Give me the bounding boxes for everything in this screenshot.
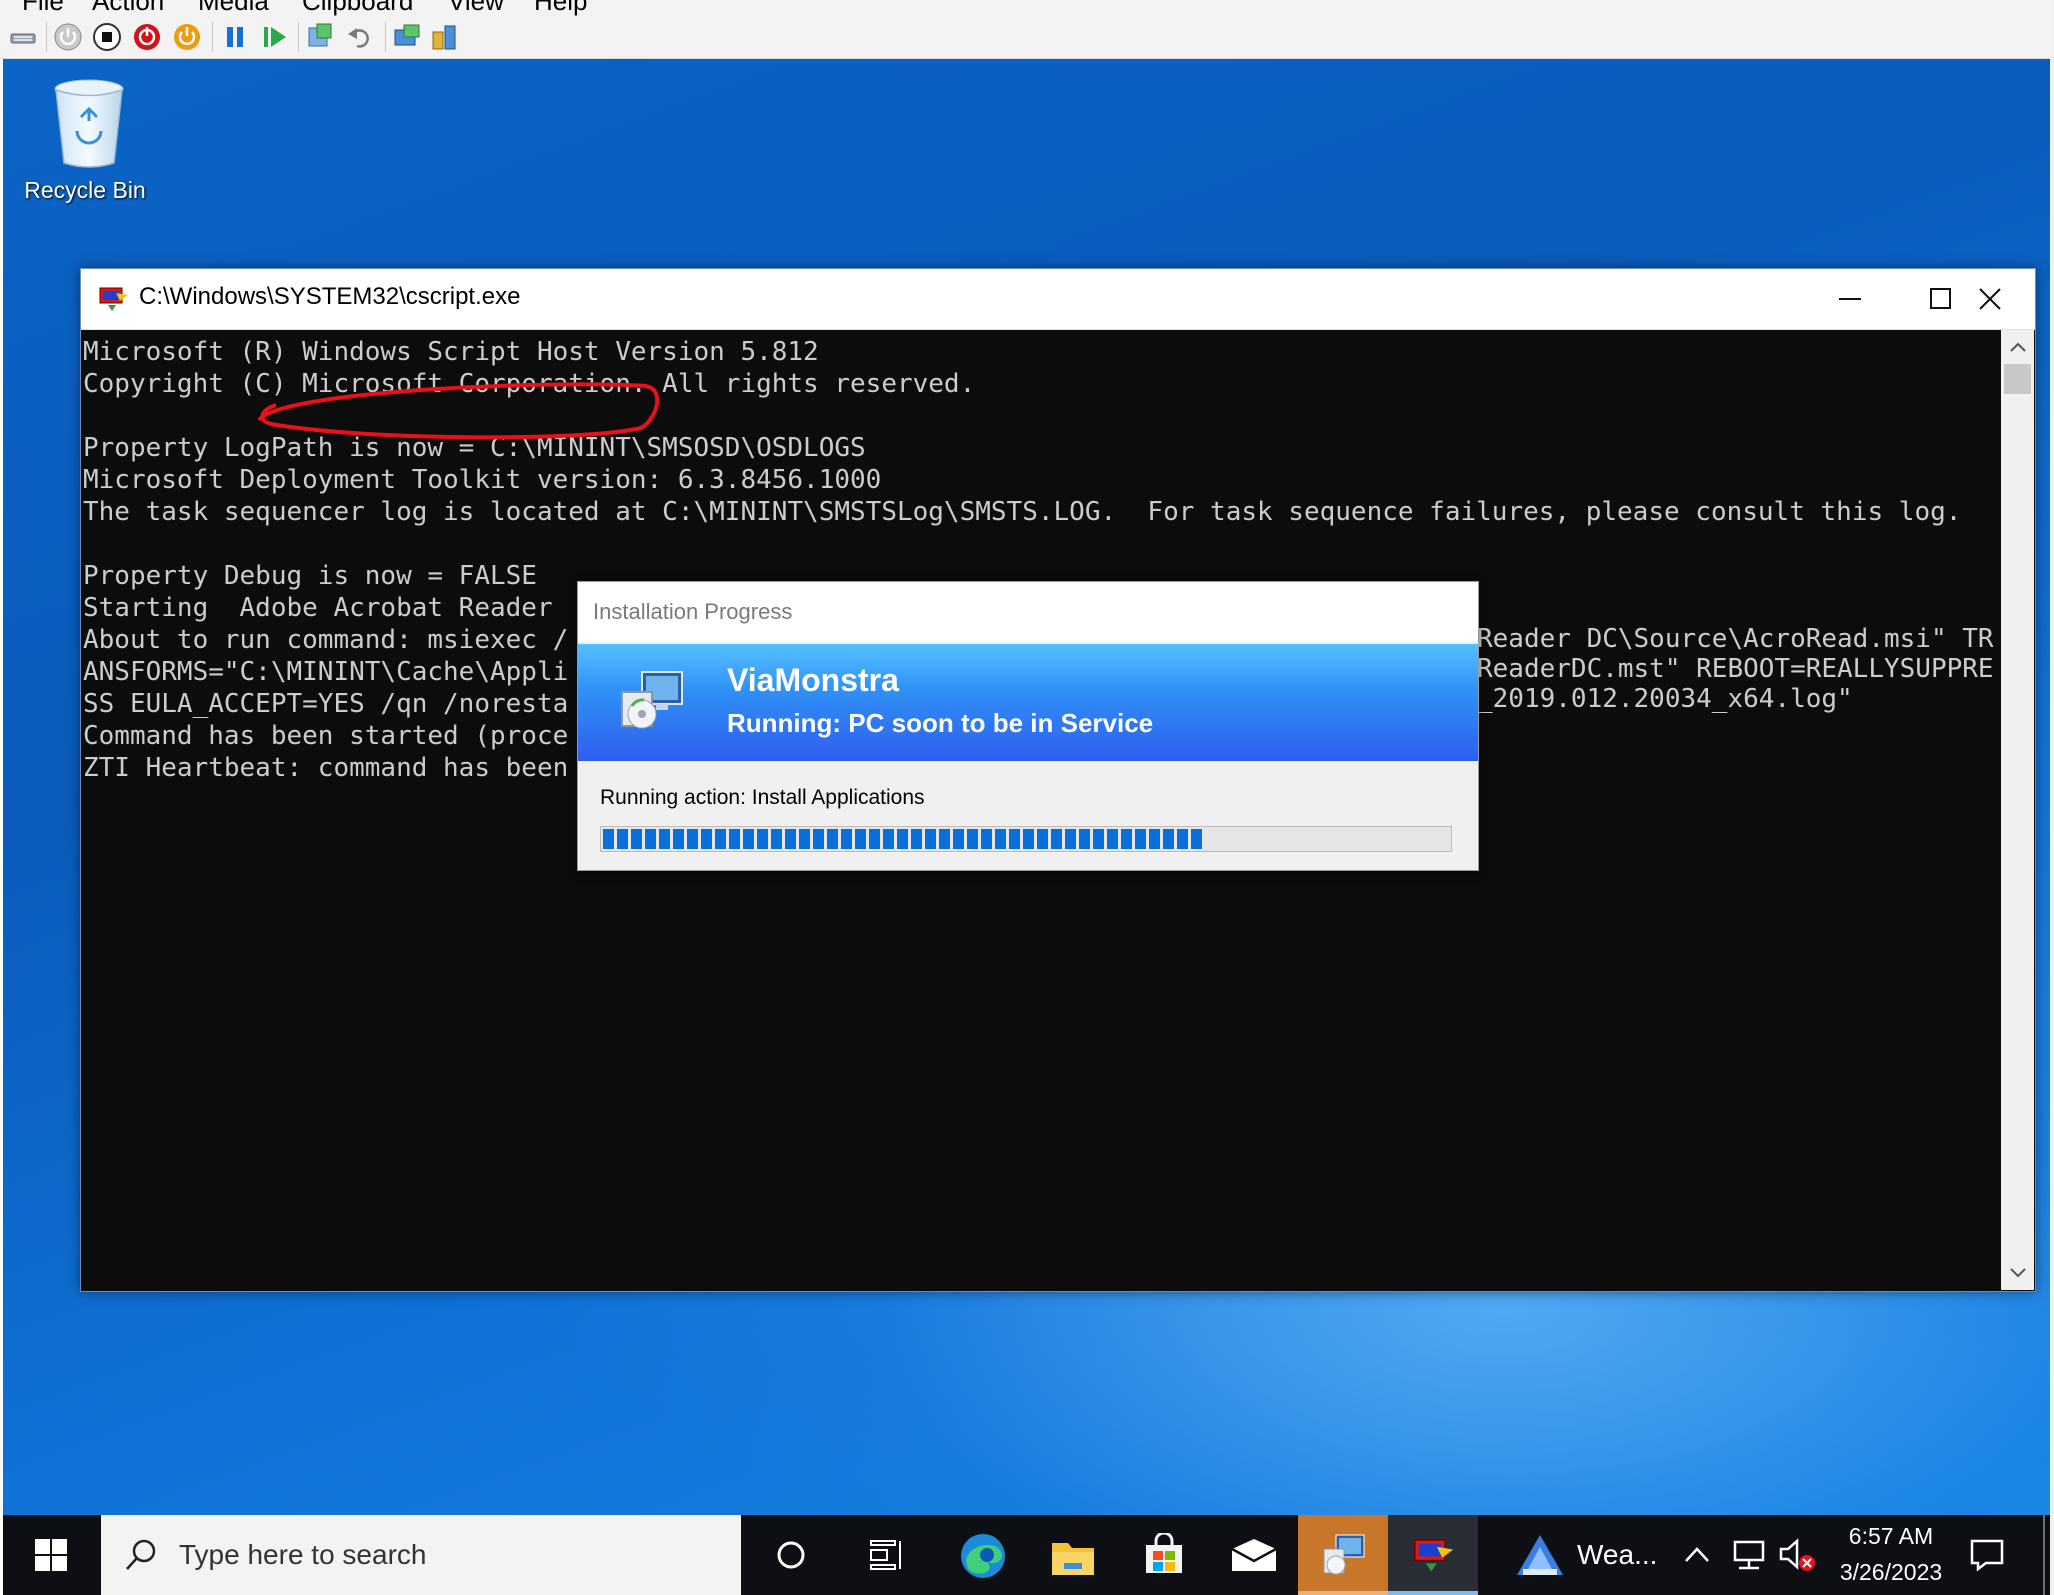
taskbar: Type here to search Wea... 6:57 AM 3/26/…	[3, 1515, 2050, 1595]
menu-action[interactable]: Action	[92, 0, 164, 16]
active-indicator	[1298, 1591, 1388, 1595]
menu-media[interactable]: Media	[198, 0, 269, 16]
progress-bar	[600, 826, 1452, 852]
toolbar-separator	[46, 22, 47, 52]
checkpoint-icon[interactable]	[305, 22, 335, 52]
ctrl-alt-del-icon[interactable]	[8, 22, 38, 52]
weather-text[interactable]: Wea...	[1577, 1539, 1657, 1571]
organization-name: ViaMonstra	[727, 662, 899, 698]
notification-icon[interactable]	[1969, 1537, 2005, 1573]
revert-icon[interactable]	[345, 22, 375, 52]
chevron-up-icon[interactable]	[1683, 1545, 1711, 1565]
annotation-circle	[257, 382, 660, 440]
menu-help[interactable]: Help	[534, 0, 587, 16]
task-sequence-name: Running: PC soon to be in Service	[727, 708, 1154, 738]
menu-file[interactable]: File	[22, 0, 64, 16]
recycle-bin-label: Recycle Bin	[24, 177, 146, 203]
start-icon[interactable]	[53, 22, 83, 52]
installation-progress-dialog[interactable]: Installation Progress ViaMonstra Running…	[577, 581, 1479, 871]
pause-icon[interactable]	[220, 22, 250, 52]
console-line-right: Reader DC\Source\AcroRead.msi" TR	[1477, 624, 1994, 654]
volume-muted-icon[interactable]	[1777, 1537, 1817, 1573]
active-indicator	[1388, 1591, 1478, 1595]
mail-icon	[1231, 1539, 1277, 1571]
vm-menubar: File Action Media Clipboard View Help	[0, 0, 2054, 16]
menu-view[interactable]: View	[448, 0, 504, 16]
scroll-thumb[interactable]	[2004, 364, 2031, 394]
cortana-button[interactable]	[746, 1515, 836, 1595]
console-line-right: _2019.012.20034_x64.log"	[1477, 684, 1853, 714]
dialog-titlebar[interactable]: Installation Progress	[578, 582, 1478, 642]
console-titlebar[interactable]: C:\Windows\SYSTEM32\cscript.exe	[81, 269, 2035, 330]
menu-clipboard[interactable]: Clipboard	[302, 0, 413, 16]
recycle-bin-icon	[54, 79, 124, 168]
file-explorer-button[interactable]	[1028, 1515, 1118, 1595]
save-icon[interactable]	[172, 22, 202, 52]
weather-button[interactable]	[1505, 1515, 1575, 1595]
taskbar-search[interactable]: Type here to search	[101, 1515, 741, 1595]
minimize-button[interactable]	[1805, 269, 1895, 329]
show-desktop-divider[interactable]	[2043, 1515, 2045, 1595]
task-view-icon	[870, 1540, 901, 1570]
toolbar-separator	[385, 22, 386, 52]
script-host-icon	[1414, 1539, 1454, 1572]
mail-button[interactable]	[1208, 1515, 1298, 1595]
toolbar-separator	[298, 22, 299, 52]
console-line: The task sequencer log is located at C:\…	[83, 497, 1962, 527]
console-line-right: ReaderDC.mst" REBOOT=REALLYSUPPRE	[1477, 654, 1994, 684]
enhanced-session-icon[interactable]	[392, 22, 422, 52]
start-button[interactable]	[3, 1515, 98, 1595]
toolbar-separator	[212, 22, 213, 52]
console-title: C:\Windows\SYSTEM32\cscript.exe	[139, 283, 521, 310]
turn-off-icon[interactable]	[92, 22, 122, 52]
deployment-app-button[interactable]	[1298, 1515, 1388, 1595]
store-icon	[1146, 1533, 1182, 1573]
script-host-icon	[99, 287, 128, 311]
dialog-title: Installation Progress	[593, 599, 793, 624]
console-scrollbar[interactable]	[2001, 330, 2034, 1290]
edge-button[interactable]	[938, 1515, 1028, 1595]
edge-icon	[961, 1534, 1005, 1578]
cscript-app-button[interactable]	[1388, 1515, 1478, 1595]
shut-down-icon[interactable]	[132, 22, 162, 52]
search-placeholder: Type here to search	[179, 1539, 427, 1570]
scroll-up-icon[interactable]	[2009, 340, 2027, 354]
recycle-bin[interactable]: Recycle Bin	[15, 77, 155, 207]
close-button[interactable]	[1945, 269, 2035, 329]
dialog-banner: ViaMonstra Running: PC soon to be in Ser…	[578, 644, 1478, 761]
search-icon	[126, 1539, 156, 1570]
console-line: Microsoft Deployment Toolkit version: 6.…	[83, 465, 882, 495]
store-button[interactable]	[1118, 1515, 1208, 1595]
share-icon[interactable]	[430, 22, 460, 52]
progress-fill	[603, 829, 1204, 849]
current-action: Running action: Install Applications	[600, 786, 925, 809]
task-view-button[interactable]	[840, 1515, 930, 1595]
console-right-fragment: Reader DC\Source\AcroRead.msi" TR Reader…	[1477, 624, 1994, 714]
deployment-computer-icon	[621, 671, 683, 729]
folder-icon	[1052, 1543, 1094, 1575]
weather-icon	[1517, 1535, 1563, 1575]
resume-icon[interactable]	[260, 22, 290, 52]
cortana-icon	[777, 1541, 805, 1569]
clock-time[interactable]: 6:57 AM	[1831, 1523, 1951, 1550]
deployment-app-icon	[1323, 1534, 1365, 1575]
clock-date[interactable]: 3/26/2023	[1823, 1559, 1959, 1586]
minimize-icon	[1839, 298, 1861, 300]
network-icon[interactable]	[1731, 1539, 1767, 1571]
scroll-down-icon[interactable]	[2009, 1266, 2027, 1280]
vm-window-edge	[2050, 0, 2054, 1595]
close-icon	[1979, 288, 2001, 310]
vm-toolbar	[0, 16, 2054, 59]
windows-logo-icon	[35, 1539, 67, 1571]
